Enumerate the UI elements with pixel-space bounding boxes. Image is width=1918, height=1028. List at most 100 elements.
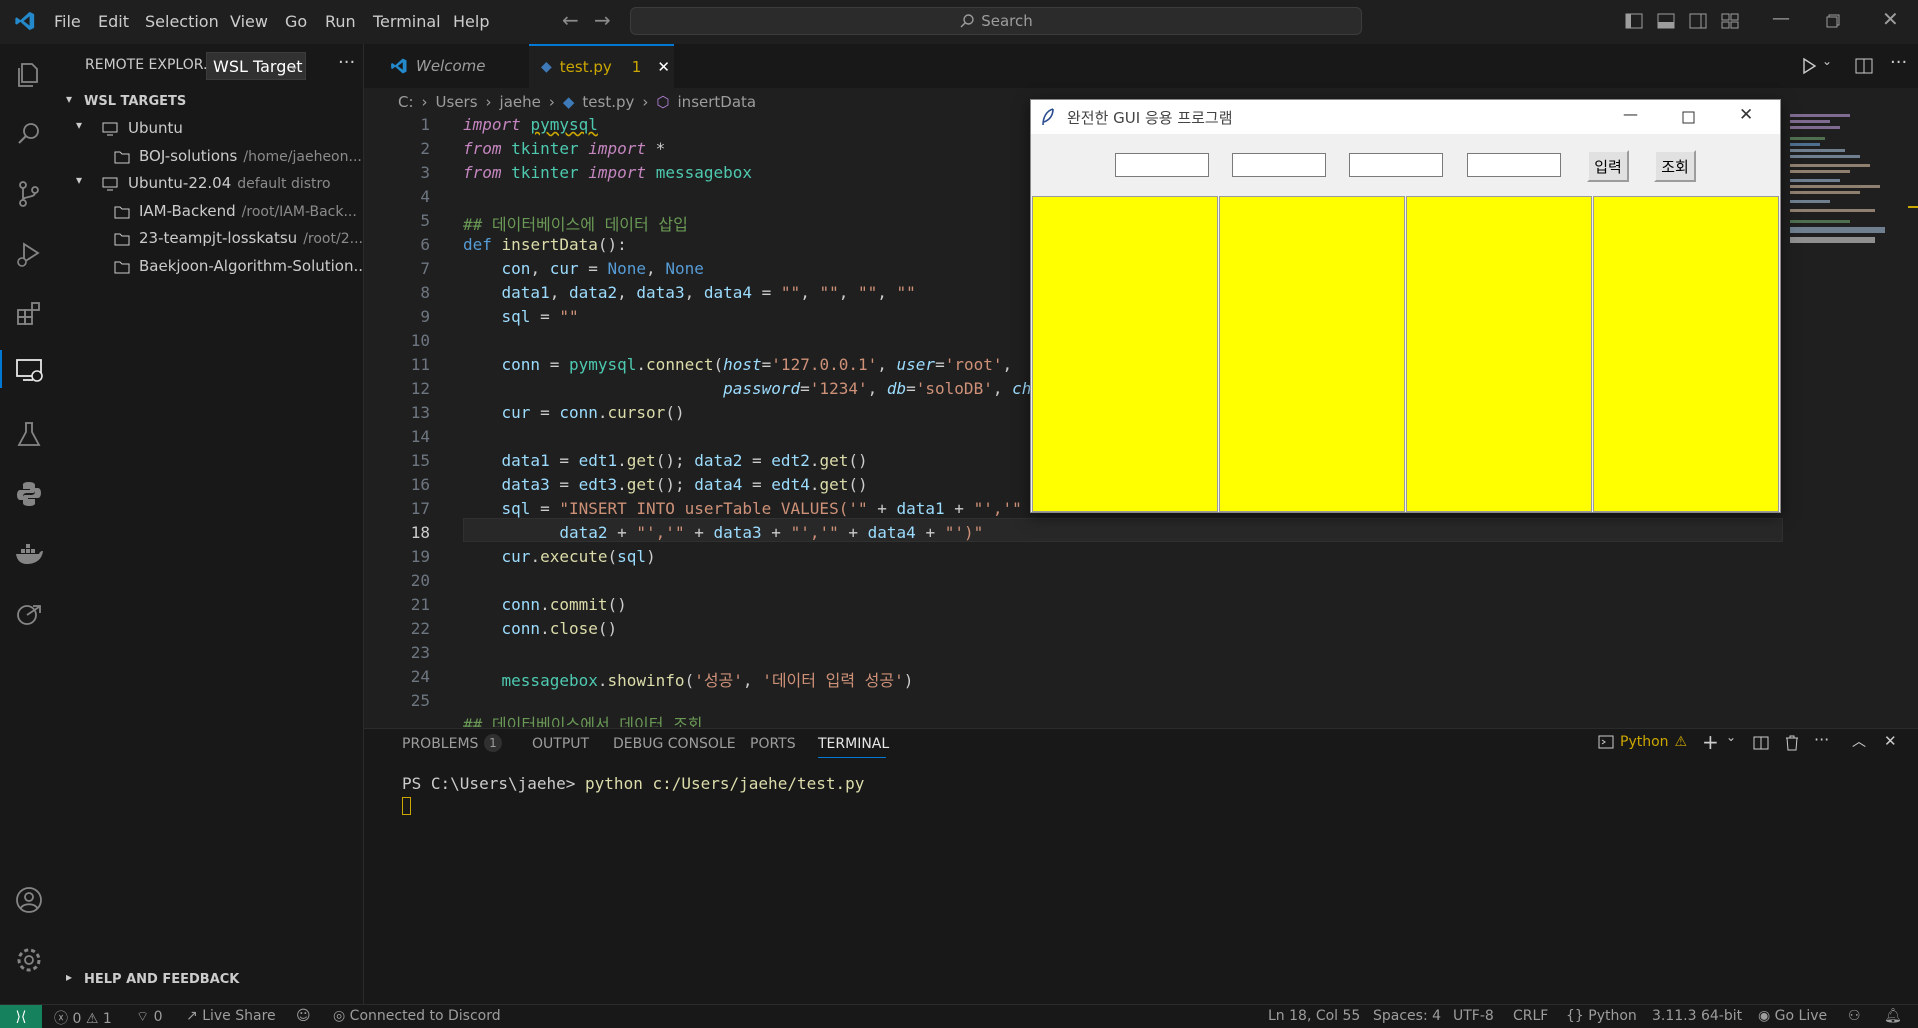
search-view-icon[interactable] xyxy=(13,118,45,150)
menu-help[interactable]: Help xyxy=(453,12,489,31)
panel-tab-problems[interactable]: PROBLEMS xyxy=(402,736,478,752)
back-arrow-icon[interactable]: ← xyxy=(562,8,579,32)
close-window-icon[interactable]: ✕ xyxy=(1739,105,1753,125)
tree-item-23-teampjt[interactable]: 23-teampjt-losskatsu/root/2... xyxy=(58,226,364,252)
menu-edit[interactable]: Edit xyxy=(98,12,129,31)
python-interpreter[interactable]: 3.11.3 64-bit xyxy=(1652,1008,1742,1024)
maximize-panel-icon[interactable]: ︿ xyxy=(1852,731,1866,751)
chevron-down-icon[interactable]: ⌄ xyxy=(1822,54,1832,68)
more-actions-icon[interactable]: ··· xyxy=(338,52,355,73)
cursor-position[interactable]: Ln 18, Col 55 xyxy=(1268,1008,1360,1024)
terminal-profile[interactable]: Python ⚠ xyxy=(1598,734,1687,750)
tk-entry-4[interactable] xyxy=(1467,153,1561,177)
breadcrumb-item[interactable]: test.py xyxy=(582,93,634,111)
menu-file[interactable]: File xyxy=(54,12,81,31)
tab-test-py[interactable]: ◆ test.py 1 ✕ xyxy=(529,44,674,88)
panel-tab-debug-console[interactable]: DEBUG CONSOLE xyxy=(613,736,736,752)
minimize-icon[interactable]: — xyxy=(1623,105,1638,123)
tk-query-button[interactable]: 조회 xyxy=(1654,150,1696,182)
panel-tab-terminal[interactable]: TERMINAL xyxy=(818,736,889,752)
end-of-line[interactable]: CRLF xyxy=(1513,1008,1548,1024)
minimap[interactable] xyxy=(1790,112,1908,282)
tree-item-baekjoon[interactable]: Baekjoon-Algorithm-Solution... xyxy=(58,254,368,280)
menu-selection[interactable]: Selection xyxy=(145,12,219,31)
run-python-icon[interactable] xyxy=(1800,57,1818,75)
panel-tab-output[interactable]: OUTPUT xyxy=(532,736,589,752)
tk-listbox-4[interactable] xyxy=(1593,196,1779,512)
panel-tab-ports[interactable]: PORTS xyxy=(750,736,796,752)
tk-insert-button[interactable]: 입력 xyxy=(1587,150,1629,182)
accounts-icon[interactable] xyxy=(13,884,45,916)
breadcrumb-item[interactable]: insertData xyxy=(678,93,757,111)
customize-layout-icon[interactable] xyxy=(1721,12,1739,30)
more-actions-icon[interactable]: ··· xyxy=(1890,52,1907,73)
language-mode[interactable]: {} Python xyxy=(1566,1008,1637,1024)
toggle-panel-icon[interactable] xyxy=(1657,12,1675,30)
close-tab-icon[interactable]: ✕ xyxy=(657,58,670,76)
minimize-icon[interactable]: — xyxy=(1772,8,1790,29)
menu-view[interactable]: View xyxy=(230,12,268,31)
remote-indicator[interactable]: ⟩⟨ xyxy=(0,1005,42,1028)
tab-welcome[interactable]: Welcome xyxy=(382,44,532,88)
problems-status[interactable]: ⓧ 0 ⚠ 1 xyxy=(54,1008,112,1028)
maximize-icon[interactable] xyxy=(1682,111,1695,124)
section-wsl-targets[interactable]: ▾ WSL TARGETS xyxy=(58,90,364,116)
menu-terminal[interactable]: Terminal xyxy=(373,12,441,31)
notifications-bell-icon[interactable]: 🔔︎ xyxy=(1884,1008,1902,1024)
ports-status[interactable]: ⌔ 0 xyxy=(136,1008,163,1026)
tree-item-iam-backend[interactable]: IAM-Backend/root/IAM-Back... xyxy=(58,199,364,225)
forward-arrow-icon[interactable]: → xyxy=(594,8,611,32)
tree-item-ubuntu-2204[interactable]: ▾ Ubuntu-22.04 default distro xyxy=(58,171,364,197)
live-share-icon[interactable] xyxy=(13,598,45,630)
go-live[interactable]: ◉ Go Live xyxy=(1758,1008,1827,1024)
tk-entry-3[interactable] xyxy=(1349,153,1443,177)
menu-go[interactable]: Go xyxy=(285,12,307,31)
breadcrumb-item[interactable]: Users xyxy=(436,93,478,111)
encoding[interactable]: UTF-8 xyxy=(1453,1008,1494,1024)
tree-item-boj-solutions[interactable]: BOJ-solutions/home/jaeheon... xyxy=(58,144,364,170)
tk-listbox-3[interactable] xyxy=(1406,196,1592,512)
close-panel-icon[interactable]: ✕ xyxy=(1884,732,1897,750)
run-debug-icon[interactable] xyxy=(13,238,45,270)
toggle-secondary-sidebar-icon[interactable] xyxy=(1689,12,1707,30)
split-terminal-icon[interactable] xyxy=(1753,735,1769,751)
terminal-cursor xyxy=(402,797,411,815)
chevron-down-icon[interactable]: ⌄ xyxy=(1726,730,1736,744)
toggle-primary-sidebar-icon[interactable] xyxy=(1625,12,1643,30)
discord-label: Connected to Discord xyxy=(349,1008,501,1024)
split-editor-icon[interactable] xyxy=(1855,57,1873,75)
tk-entry-2[interactable] xyxy=(1232,153,1326,177)
tk-entry-1[interactable] xyxy=(1115,153,1209,177)
command-center-search[interactable]: Search xyxy=(630,7,1362,35)
extensions-icon[interactable] xyxy=(13,298,45,330)
close-window-icon[interactable]: ✕ xyxy=(1882,7,1899,31)
breadcrumb-item[interactable]: jaehe xyxy=(500,93,541,111)
source-control-icon[interactable] xyxy=(13,178,45,210)
terminal-output[interactable]: PS C:\Users\jaehe> python c:/Users/jaehe… xyxy=(402,774,864,793)
trash-icon[interactable] xyxy=(1784,734,1800,752)
breadcrumb-item[interactable]: C: xyxy=(398,93,414,111)
testing-icon[interactable] xyxy=(13,418,45,450)
restore-icon[interactable] xyxy=(1826,14,1840,28)
section-help-feedback[interactable]: ▸ HELP AND FEEDBACK xyxy=(58,968,364,994)
discord-status[interactable]: ◎ Connected to Discord xyxy=(333,1008,501,1024)
new-terminal-icon[interactable]: + xyxy=(1702,730,1719,754)
tree-item-ubuntu[interactable]: ▾ Ubuntu xyxy=(58,116,364,142)
python-icon[interactable] xyxy=(13,478,45,510)
indentation[interactable]: Spaces: 4 xyxy=(1373,1008,1441,1024)
live-share-status[interactable]: ↗ Live Share xyxy=(186,1008,276,1024)
tree-desc: default distro xyxy=(237,176,331,192)
copilot-icon[interactable]: ⚇ xyxy=(1848,1008,1861,1024)
docker-icon[interactable] xyxy=(13,538,45,570)
feather-icon xyxy=(1042,108,1054,126)
tk-listbox-1[interactable] xyxy=(1032,196,1218,512)
remote-explorer-icon[interactable] xyxy=(13,354,45,386)
tk-listbox-2[interactable] xyxy=(1219,196,1405,512)
explorer-icon[interactable] xyxy=(13,58,45,90)
code-line: cur = conn.cursor() xyxy=(501,403,685,422)
wsl-target-dropdown[interactable]: WSL Target ⌄ xyxy=(206,52,306,80)
menu-run[interactable]: Run xyxy=(325,12,356,31)
feedback-smiley-icon[interactable]: ☺ xyxy=(296,1008,311,1024)
more-actions-icon[interactable]: ··· xyxy=(1814,730,1829,749)
manage-gear-icon[interactable] xyxy=(13,944,45,976)
